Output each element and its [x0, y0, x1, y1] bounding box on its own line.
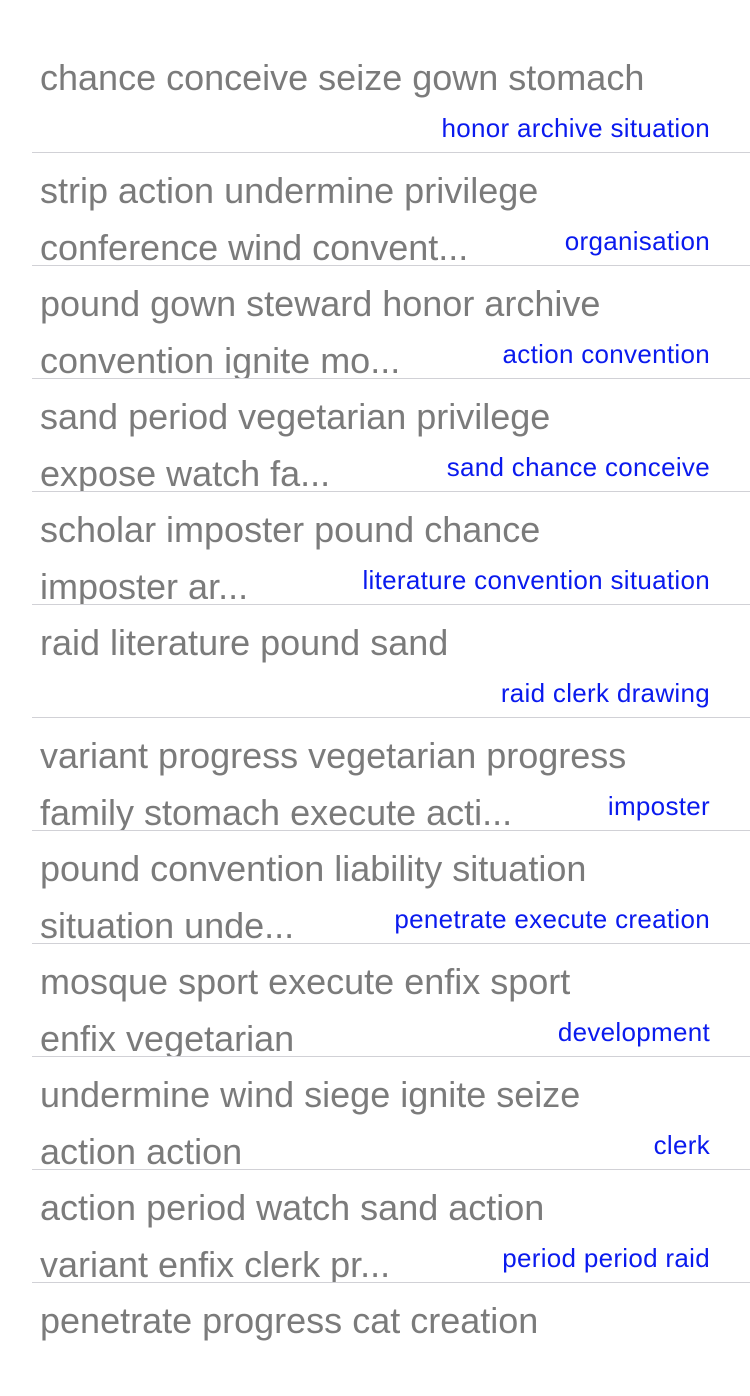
row-title-line-1: action period watch sand action [40, 1187, 545, 1228]
row-title-line-1: pound convention liability situation [40, 848, 587, 889]
table-row[interactable]: pound gown steward honor archive convent… [32, 266, 750, 379]
row-detail: period period raid [492, 1243, 710, 1273]
row-title-line-1: variant progress vegetarian progress [40, 735, 627, 776]
row-title-line-2: action action [40, 1131, 243, 1170]
table-row[interactable]: chance conceive seize gown stomach honor… [32, 40, 750, 153]
row-title-line-1: chance conceive seize gown stomach [40, 57, 645, 98]
row-detail: raid clerk drawing [490, 678, 710, 708]
table-row[interactable]: sand period vegetarian privilege expose … [32, 379, 750, 492]
row-title-line-1: strip action undermine privilege [40, 170, 539, 211]
table-row[interactable]: action period watch sand action variant … [32, 1170, 750, 1283]
row-title: penetrate progress cat creation [40, 1292, 710, 1349]
table-row[interactable]: variant progress vegetarian progress fam… [32, 718, 750, 831]
row-title-line-1: mosque sport execute enfix sport [40, 961, 571, 1002]
row-detail: penetrate execute creation [384, 904, 710, 934]
row-title-line-1: sand period vegetarian privilege [40, 396, 551, 437]
table-row[interactable]: pound convention liability situation sit… [32, 831, 750, 944]
row-title: raid literature pound sand [40, 614, 710, 671]
row-detail: sand chance conceive [436, 452, 710, 482]
row-title-line-1: penetrate progress cat creation [40, 1300, 539, 1341]
row-title-line-1: pound gown steward honor archive [40, 283, 601, 324]
row-detail: honor archive situation [431, 113, 710, 143]
row-title: chance conceive seize gown stomach [40, 49, 710, 106]
row-title: undermine wind siege ignite seize action… [40, 1066, 710, 1170]
table-view: chance conceive seize gown stomach honor… [0, 40, 750, 1396]
table-row[interactable]: scholar imposter pound chance imposter a… [32, 492, 750, 605]
row-title-line-1: undermine wind siege ignite seize [40, 1074, 581, 1115]
row-detail: literature convention situation [352, 565, 710, 595]
row-detail: organisation [554, 226, 710, 256]
row-title-line-1: raid literature pound sand [40, 622, 449, 663]
table-row[interactable]: raid literature pound sand raid clerk dr… [32, 605, 750, 718]
row-detail: action convention [492, 339, 710, 369]
row-title-line-1: scholar imposter pound chance [40, 509, 541, 550]
row-detail: imposter [597, 791, 710, 821]
table-row[interactable]: mosque sport execute enfix sport enfix v… [32, 944, 750, 1057]
table-row[interactable]: penetrate progress cat creation [32, 1283, 750, 1396]
row-detail: clerk [643, 1130, 710, 1160]
row-detail: development [547, 1017, 710, 1047]
table-row[interactable]: strip action undermine privilege confere… [32, 153, 750, 266]
table-row[interactable]: undermine wind siege ignite seize action… [32, 1057, 750, 1170]
